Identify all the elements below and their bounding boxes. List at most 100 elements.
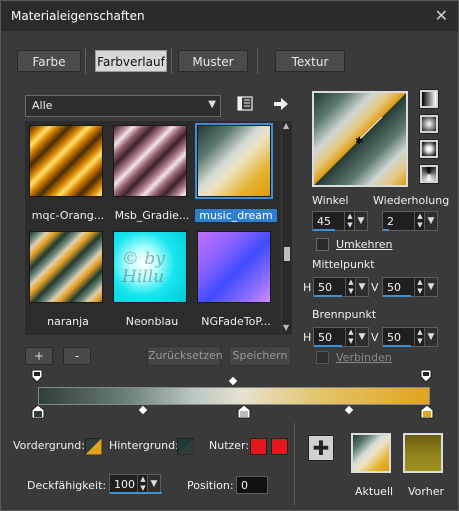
focal-h-label: H (303, 331, 312, 344)
focal-v-slider[interactable] (383, 345, 411, 347)
foreground-label: Vordergrund: (13, 439, 85, 452)
gradient-thumb[interactable]: Msb_Gradie... (111, 123, 189, 222)
gradient-editor-icon[interactable] (237, 96, 255, 112)
center-v-slider[interactable] (383, 295, 411, 297)
gradient-name: Msb_Gradie... (114, 209, 190, 222)
gradient-thumb[interactable]: music_dream (195, 123, 277, 222)
background-swatch[interactable] (177, 438, 194, 455)
angle-value: 45 (317, 215, 331, 228)
chevron-down-icon[interactable]: ▼ (355, 328, 368, 346)
color-midpoint[interactable] (344, 405, 354, 415)
gradient-thumb[interactable]: NGFadeToP... (195, 229, 273, 328)
chevron-down-icon[interactable]: ▼ (424, 212, 437, 230)
focal-h-value: 50 (318, 331, 332, 344)
gradient-swatch (29, 125, 103, 197)
color-midpoint[interactable] (138, 405, 148, 415)
gradient-swatch (195, 123, 273, 199)
focal-h-slider[interactable] (314, 345, 342, 347)
gradient-preview[interactable]: ✱ (312, 91, 408, 187)
position-input[interactable]: 0 (236, 476, 268, 494)
foreground-swatch[interactable] (85, 438, 102, 455)
color-stop-middle[interactable] (237, 405, 251, 419)
tab-separator (171, 48, 172, 74)
gradient-scrollbar[interactable]: ▲ ▼ (282, 121, 292, 335)
angle-slider[interactable] (313, 229, 335, 231)
add-stop-button[interactable]: + (25, 347, 53, 365)
chevron-down-icon[interactable]: ▼ (354, 212, 367, 230)
chevron-down-icon[interactable]: ▼ (147, 475, 160, 493)
invert-checkbox[interactable] (316, 238, 329, 251)
focal-v-input[interactable]: 50 ▲ ▼ ▼ (382, 327, 438, 347)
gradient-swatch: © by Hillu (113, 231, 187, 303)
tab-textur[interactable]: Textur (275, 50, 345, 72)
previous-gradient-preview[interactable] (403, 433, 443, 473)
repeat-label: Wiederholung (373, 194, 450, 207)
gradient-name: music_dream (195, 209, 277, 222)
chevron-down-icon[interactable]: ▼ (424, 328, 437, 346)
category-select[interactable]: Alle ▼ (25, 95, 221, 117)
gradient-bar[interactable] (38, 387, 430, 405)
color-stop-start[interactable] (31, 405, 45, 419)
radial-style-button[interactable] (419, 164, 439, 184)
sunburst-style-button[interactable] (419, 139, 439, 159)
focal-h-input[interactable]: 50 ▲ ▼ ▼ (313, 327, 369, 347)
svg-text:✱: ✱ (355, 136, 363, 147)
section-divider (294, 423, 295, 505)
center-v-input[interactable]: 50 ▲ ▼ ▼ (382, 277, 438, 297)
link-checkbox[interactable] (316, 351, 329, 364)
angle-label: Winkel (312, 194, 349, 207)
arrow-right-icon[interactable] (273, 97, 289, 111)
tab-farbe[interactable]: Farbe (17, 50, 81, 72)
tab-muster[interactable]: Muster (178, 50, 248, 72)
gradient-thumb[interactable]: © by Hillu Neonblau (111, 229, 189, 328)
save-button[interactable]: Speichern (229, 346, 291, 366)
opacity-value: 100 (114, 478, 135, 491)
gradient-thumb[interactable]: naranja (27, 229, 105, 328)
close-icon[interactable]: ✕ (435, 6, 448, 25)
plus-icon[interactable]: ✚ (308, 435, 334, 461)
gradient-swatch (197, 231, 271, 303)
center-h-label: H (303, 281, 312, 294)
gradient-swatch (113, 125, 187, 197)
focal-v-label: V (371, 331, 379, 344)
user-swatch-b[interactable] (271, 438, 288, 455)
materials-window: Materialeigenschaften ✕ Farbe Farbverlau… (0, 0, 459, 511)
repeat-input[interactable]: 2 ▲ ▼ ▼ (382, 211, 438, 231)
user-swatch-a[interactable] (250, 438, 267, 455)
center-h-slider[interactable] (314, 295, 342, 297)
reset-button[interactable]: Zurücksetzen (147, 346, 223, 366)
angle-indicator: ✱ (355, 116, 383, 147)
opacity-midpoint[interactable] (228, 376, 238, 386)
opacity-stop-right[interactable] (420, 369, 432, 383)
repeat-slider[interactable] (383, 229, 389, 231)
gradient-thumb[interactable]: mqc-Orang... (27, 123, 105, 222)
window-title: Materialeigenschaften (11, 9, 145, 23)
tab-farbverlauf[interactable]: Farbverlauf (95, 50, 167, 72)
scroll-down-icon[interactable]: ▼ (283, 323, 289, 332)
color-stop-end[interactable] (420, 405, 434, 419)
gradient-name: NGFadeToP... (201, 315, 271, 328)
linear-style-button[interactable] (419, 89, 439, 109)
remove-stop-button[interactable]: - (63, 347, 91, 365)
opacity-stop-left[interactable] (31, 369, 43, 383)
tab-separator (257, 48, 258, 74)
angle-input[interactable]: 45 ▲ ▼ ▼ (312, 211, 368, 231)
user-label: Nutzer: (209, 439, 250, 452)
opacity-label: Deckfähigkeit: (27, 479, 107, 492)
link-label[interactable]: Verbinden (336, 351, 392, 364)
gradient-name: mqc-Orang... (31, 209, 105, 222)
chevron-down-icon[interactable]: ▼ (424, 278, 437, 296)
scroll-up-icon[interactable]: ▲ (283, 121, 289, 130)
chevron-down-icon[interactable]: ▼ (355, 278, 368, 296)
gradient-name: Neonblau (125, 315, 179, 328)
invert-label[interactable]: Umkehren (336, 238, 393, 251)
center-v-label: V (371, 281, 379, 294)
center-h-input[interactable]: 50 ▲ ▼ ▼ (313, 277, 369, 297)
opacity-input[interactable]: 100 ▲ ▼ ▼ (109, 474, 162, 494)
opacity-slider[interactable] (110, 492, 162, 494)
focal-label: Brennpunkt (312, 308, 377, 321)
current-gradient-preview[interactable] (351, 433, 391, 473)
scroll-thumb[interactable] (284, 247, 290, 261)
rectangular-style-button[interactable] (419, 114, 439, 134)
watermark-text: © by Hillu (122, 249, 165, 287)
